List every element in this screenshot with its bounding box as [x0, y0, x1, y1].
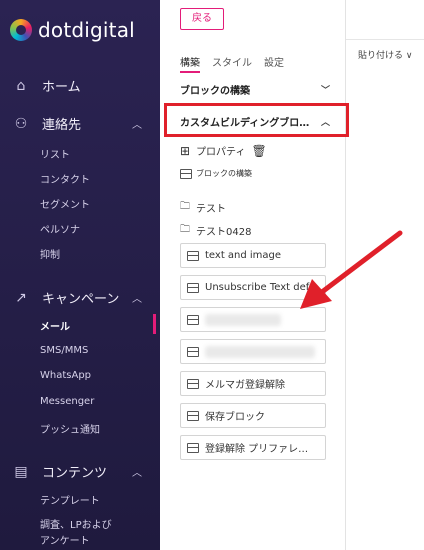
sidebar: dotdigital ⌂ ホーム ⚇ 連絡先 ︿ リスト コンタクト セグメント… [0, 0, 160, 550]
nav-item-email[interactable]: メール [40, 318, 70, 333]
logo[interactable]: dotdigital [10, 18, 135, 42]
block-redacted-2[interactable] [180, 339, 326, 364]
block-label: 登録解除 プリファレ… [205, 444, 309, 455]
chevron-up-icon: ︿ [132, 120, 142, 131]
nav-item-messenger[interactable]: Messenger [40, 396, 94, 407]
folder-icon: 🗀 [180, 201, 190, 212]
section-build-label: ブロックの構築 [180, 86, 250, 97]
properties-label[interactable]: プロパティ [196, 143, 245, 158]
paste-button[interactable]: 貼り付ける ∨ [358, 48, 412, 61]
folder-icon: 🗀 [180, 224, 190, 235]
logo-icon [10, 19, 32, 41]
build-blocks-crumb-label: ブロックの構築 [196, 169, 252, 178]
folder-test[interactable]: 🗀 テスト [180, 199, 226, 216]
block-icon [187, 282, 199, 293]
tab-style[interactable]: スタイル [212, 54, 252, 73]
nav-item-surveys[interactable]: 調査、LPおよび [40, 516, 112, 531]
nav-home[interactable]: ⌂ ホーム [12, 76, 142, 96]
nav-item-surveys-cont[interactable]: アンケート [40, 532, 90, 547]
nav-item-personas[interactable]: ペルソナ [40, 221, 80, 236]
back-button[interactable]: 戻る [180, 8, 224, 30]
block-newsletter-unsubscribe[interactable]: メルマガ登録解除 [180, 371, 326, 396]
active-indicator [153, 314, 156, 334]
block-icon [187, 410, 199, 421]
properties-row: ⊞ プロパティ 🗑 [180, 143, 267, 159]
trash-icon[interactable]: 🗑 [251, 144, 266, 158]
nav-content[interactable]: ▤ コンテンツ ︿ [12, 462, 142, 482]
nav-campaigns-label: キャンペーン [42, 292, 120, 307]
block-icon [187, 250, 199, 261]
block-icon [180, 168, 192, 179]
tab-build[interactable]: 構築 [180, 54, 200, 73]
content-icon: ▤ [14, 463, 28, 480]
home-icon: ⌂ [16, 77, 26, 94]
nav-item-lists[interactable]: リスト [40, 146, 70, 161]
block-unsubscribe-preference[interactable]: 登録解除 プリファレ… [180, 435, 326, 460]
nav-item-sms[interactable]: SMS/MMS [40, 345, 88, 356]
nav-content-label: コンテンツ [42, 466, 108, 481]
panel-tabs: 構築 スタイル 設定 [180, 54, 284, 73]
block-icon [187, 314, 199, 325]
block-saved[interactable]: 保存ブロック [180, 403, 326, 428]
nav-item-suppression[interactable]: 抑制 [40, 246, 60, 261]
block-label: text and image [205, 250, 282, 261]
campaigns-icon: ↗ [15, 289, 27, 306]
contacts-icon: ⚇ [14, 115, 28, 132]
nav-item-segments[interactable]: セグメント [40, 196, 90, 211]
highlight-box [164, 103, 349, 137]
annotation-arrow-icon [300, 230, 403, 309]
nav-campaigns[interactable]: ↗ キャンペーン ︿ [12, 288, 142, 308]
block-icon [187, 442, 199, 453]
properties-icon[interactable]: ⊞ [180, 144, 190, 158]
block-icon [187, 346, 199, 357]
block-label: メルマガ登録解除 [205, 380, 285, 391]
build-blocks-crumb: ブロックの構築 [180, 168, 252, 179]
nav-item-whatsapp[interactable]: WhatsApp [40, 370, 91, 381]
block-label-redacted [205, 313, 281, 326]
chevron-up-icon: ︿ [132, 468, 142, 479]
nav-home-label: ホーム [42, 80, 81, 95]
folder-test0428[interactable]: 🗀 テスト0428 [180, 222, 251, 239]
folder-label: テスト [196, 204, 226, 215]
chevron-down-icon: ﹀ [320, 86, 330, 96]
block-icon [187, 378, 199, 389]
nav-item-templates[interactable]: テンプレート [40, 492, 100, 507]
logo-text: dotdigital [38, 18, 135, 42]
block-label-redacted [205, 345, 315, 358]
nav-contacts-label: 連絡先 [42, 118, 82, 133]
nav-item-push[interactable]: プッシュ通知 [40, 421, 100, 436]
canvas-header [346, 0, 424, 40]
nav-item-contacts[interactable]: コンタクト [40, 171, 90, 186]
nav-contacts[interactable]: ⚇ 連絡先 ︿ [12, 114, 142, 134]
chevron-up-icon: ︿ [132, 294, 142, 305]
folder-label: テスト0428 [196, 227, 252, 238]
tab-settings[interactable]: 設定 [264, 54, 284, 73]
section-build-blocks[interactable]: ブロックの構築 ﹀ [180, 82, 330, 97]
block-label: 保存ブロック [205, 412, 265, 423]
